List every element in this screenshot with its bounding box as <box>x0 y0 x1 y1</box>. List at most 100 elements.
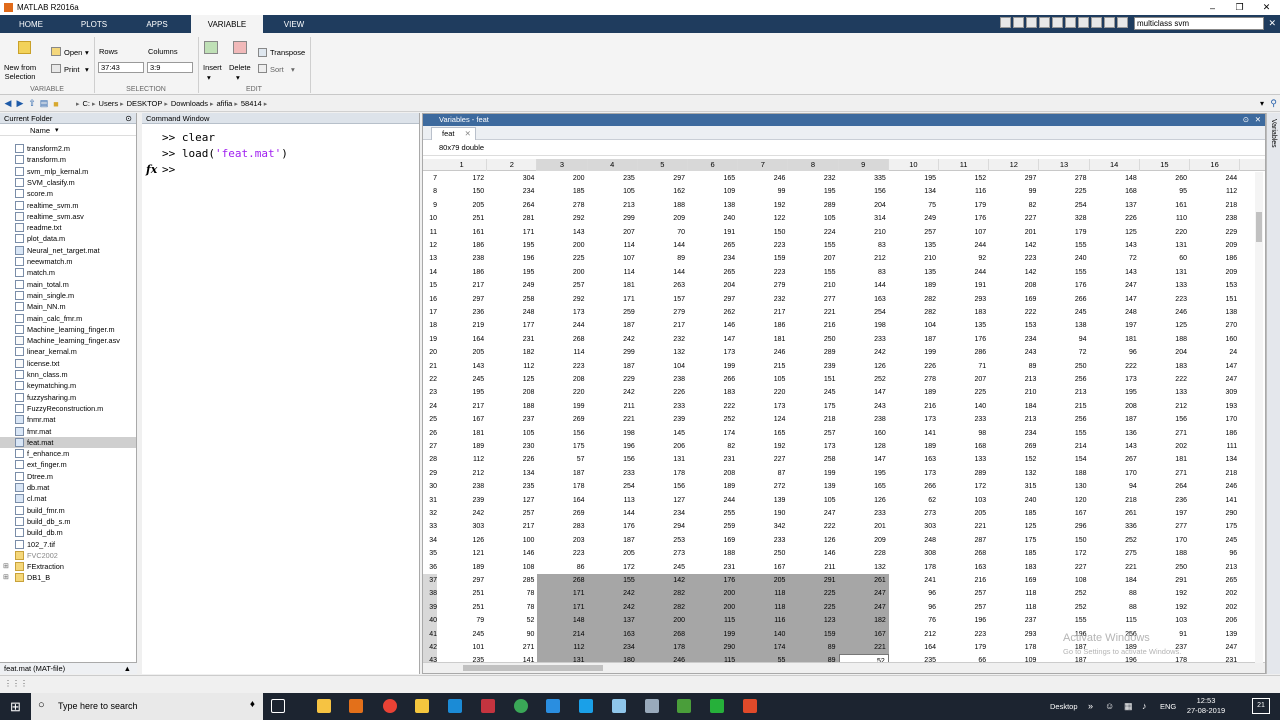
row-header[interactable]: 10 <box>423 212 437 225</box>
grid-cell[interactable]: 205 <box>437 199 487 212</box>
grid-cell[interactable]: 195 <box>487 266 537 279</box>
grid-cell[interactable]: 209 <box>638 212 688 225</box>
grid-cell[interactable]: 189 <box>889 279 939 292</box>
row-header[interactable]: 8 <box>423 185 437 198</box>
grid-cell[interactable]: 205 <box>588 547 638 560</box>
grid-cell[interactable]: 155 <box>1039 239 1089 252</box>
column-header[interactable]: 3 <box>537 159 588 171</box>
grid-cell[interactable]: 199 <box>688 360 738 373</box>
column-header[interactable]: 10 <box>889 159 939 171</box>
grid-cell[interactable]: 213 <box>989 413 1039 426</box>
breadcrumb-users[interactable]: Users <box>99 99 119 108</box>
notification-icon[interactable]: 21 <box>1252 698 1270 714</box>
grid-cell[interactable]: 150 <box>1039 534 1089 547</box>
grid-cell[interactable]: 155 <box>1039 427 1089 440</box>
grid-cell[interactable]: 78 <box>487 587 537 600</box>
column-header[interactable]: 8 <box>788 159 839 171</box>
grid-cell[interactable]: 181 <box>1090 333 1140 346</box>
file-explorer-icon[interactable] <box>415 699 429 713</box>
grid-cell[interactable]: 182 <box>487 346 537 359</box>
file-item[interactable]: feat.mat <box>0 436 136 448</box>
task-view-icon[interactable] <box>271 699 285 713</box>
grid-cell[interactable]: 242 <box>587 600 638 615</box>
copy-icon[interactable] <box>1039 17 1050 28</box>
clear-search-icon[interactable]: ✕ <box>1268 18 1276 29</box>
grid-cell[interactable]: 82 <box>989 199 1039 212</box>
restore-button[interactable]: ❐ <box>1226 0 1253 15</box>
grid-cell[interactable]: 156 <box>588 453 638 466</box>
grid-cell[interactable]: 105 <box>788 494 838 507</box>
file-item[interactable]: transform2.m <box>15 143 70 154</box>
row-header[interactable]: 7 <box>423 172 437 185</box>
grid-cell[interactable]: 115 <box>1090 614 1140 627</box>
grid-cell[interactable]: 88 <box>1090 601 1140 614</box>
row-header[interactable]: 23 <box>423 386 437 399</box>
grid-cell[interactable]: 165 <box>839 480 889 493</box>
grid-cell[interactable]: 139 <box>788 480 838 493</box>
file-item[interactable]: realtime_svm.asv <box>15 211 84 222</box>
file-item[interactable]: ⊞ FExtraction <box>3 561 64 572</box>
grid-cell[interactable]: 215 <box>1039 400 1089 413</box>
row-header[interactable]: 30 <box>423 480 437 493</box>
grid-cell[interactable]: 260 <box>1140 172 1190 185</box>
grid-cell[interactable]: 214 <box>537 627 588 641</box>
redo-icon[interactable] <box>1078 17 1089 28</box>
grid-cell[interactable]: 176 <box>939 212 989 225</box>
grid-cell[interactable]: 227 <box>989 212 1039 225</box>
grid-cell[interactable]: 238 <box>839 413 889 426</box>
grid-cell[interactable]: 178 <box>537 480 587 493</box>
grid-cell[interactable]: 208 <box>688 467 738 480</box>
grid-cell[interactable]: 152 <box>989 453 1039 466</box>
grid-cell[interactable]: 196 <box>588 440 638 453</box>
grid-cell[interactable]: 197 <box>1090 319 1140 332</box>
grid-cell[interactable]: 187 <box>588 534 638 547</box>
grid-cell[interactable]: 147 <box>839 453 889 466</box>
grid-cell[interactable]: 153 <box>1190 279 1240 292</box>
grid-cell[interactable]: 89 <box>638 252 688 265</box>
grid-cell[interactable]: 172 <box>939 480 989 493</box>
row-header[interactable]: 32 <box>423 507 437 520</box>
grid-cell[interactable]: 268 <box>537 574 588 588</box>
workspace-side-strip[interactable]: Variables <box>1266 113 1280 674</box>
row-header[interactable]: 37 <box>423 574 437 588</box>
grid-cell[interactable]: 208 <box>1090 400 1140 413</box>
grid-cell[interactable]: 125 <box>487 373 537 386</box>
language-indicator[interactable]: ENG <box>1160 693 1176 720</box>
row-header[interactable]: 15 <box>423 279 437 292</box>
file-item[interactable]: realtime_svm.m <box>15 200 79 211</box>
tool-icon[interactable] <box>612 699 626 713</box>
file-item[interactable]: f_enhance.m <box>15 448 69 459</box>
grid-cell[interactable]: 309 <box>1190 386 1240 399</box>
grid-cell[interactable]: 241 <box>889 574 939 587</box>
grid-cell[interactable]: 266 <box>688 373 738 386</box>
grid-cell[interactable]: 90 <box>487 628 537 641</box>
grid-cell[interactable]: 252 <box>1039 601 1089 614</box>
grid-cell[interactable]: 179 <box>939 199 989 212</box>
windows-start-icon[interactable]: ⊞ <box>10 699 21 715</box>
grid-cell[interactable]: 212 <box>839 252 889 265</box>
network-icon[interactable]: ▦ <box>1124 693 1133 720</box>
grid-cell[interactable]: 245 <box>1039 306 1089 319</box>
grid-cell[interactable]: 110 <box>1140 212 1190 225</box>
grid-cell[interactable]: 144 <box>638 266 688 279</box>
grid-cell[interactable]: 218 <box>788 413 838 426</box>
grid-cell[interactable]: 183 <box>1140 360 1190 373</box>
grid-cell[interactable]: 204 <box>839 199 889 212</box>
grid-cell[interactable]: 181 <box>437 427 487 440</box>
grid-cell[interactable]: 156 <box>638 480 688 493</box>
grid-cell[interactable]: 342 <box>738 520 788 533</box>
breadcrumb-58414[interactable]: 58414 <box>241 99 262 108</box>
grid-cell[interactable]: 268 <box>637 627 688 641</box>
grid-cell[interactable]: 277 <box>788 293 838 306</box>
grid-cell[interactable]: 148 <box>537 614 588 628</box>
grid-cell[interactable]: 178 <box>889 561 939 574</box>
grid-cell[interactable]: 128 <box>839 440 889 453</box>
grid-cell[interactable]: 125 <box>1140 319 1190 332</box>
grid-cell[interactable]: 234 <box>688 252 738 265</box>
grid-cell[interactable]: 133 <box>1140 279 1190 292</box>
grid-cell[interactable]: 244 <box>1190 172 1240 185</box>
grid-cell[interactable]: 282 <box>637 587 688 601</box>
grid-cell[interactable]: 112 <box>437 453 487 466</box>
grid-cell[interactable]: 258 <box>788 453 838 466</box>
grid-cell[interactable]: 123 <box>788 614 839 628</box>
